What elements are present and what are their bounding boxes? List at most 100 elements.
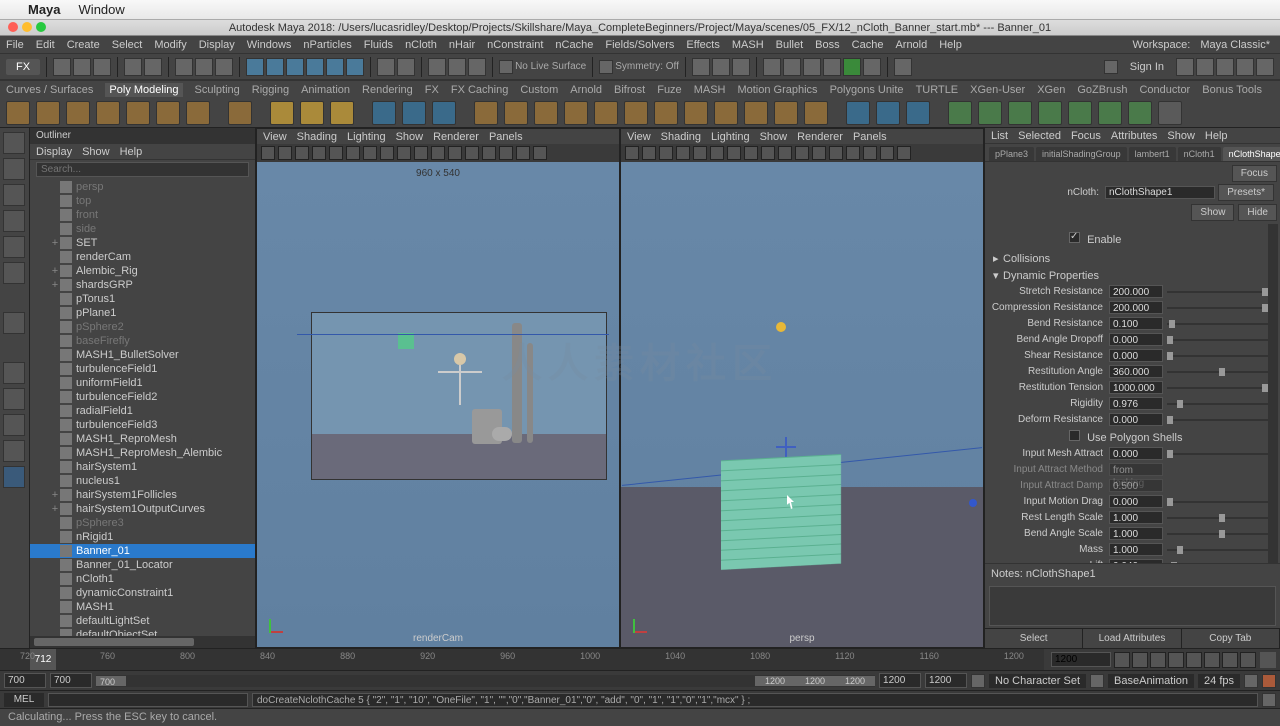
shelf-smooth-icon[interactable]	[432, 101, 456, 125]
attr-value-field[interactable]: 360.000	[1109, 365, 1163, 378]
shelf-tab[interactable]: MASH	[694, 84, 726, 96]
outliner-item[interactable]: persp	[30, 180, 255, 194]
pause-icon[interactable]	[863, 58, 881, 76]
attr-menu-attributes[interactable]: Attributes	[1111, 130, 1157, 142]
shelf-type-icon[interactable]	[300, 101, 324, 125]
vp-tool-icon[interactable]	[295, 146, 309, 160]
attr-value-field[interactable]: 0.976	[1109, 397, 1163, 410]
new-scene-icon[interactable]	[53, 58, 71, 76]
viewport-canvas[interactable]: 960 x 540 renderCam	[257, 162, 619, 647]
outliner-item[interactable]: top	[30, 194, 255, 208]
outliner-item[interactable]: turbulenceField2	[30, 390, 255, 404]
cmd-input[interactable]	[48, 693, 248, 707]
attr-slider[interactable]	[1167, 382, 1270, 394]
shelf-quad-icon[interactable]	[948, 101, 972, 125]
attr-slider[interactable]	[1167, 350, 1270, 362]
last-tool-icon[interactable]	[3, 312, 25, 334]
attr-menu-selected[interactable]: Selected	[1018, 130, 1061, 142]
menu-item[interactable]: Bullet	[776, 39, 804, 51]
outliner-item[interactable]: pPlane1	[30, 306, 255, 320]
vp-tool-icon[interactable]	[829, 146, 843, 160]
shelf-combine-icon[interactable]	[372, 101, 396, 125]
outliner-item[interactable]: turbulenceField1	[30, 362, 255, 376]
outliner-item[interactable]: nucleus1	[30, 474, 255, 488]
go-start-icon[interactable]	[1114, 652, 1130, 668]
anim-start-field[interactable]	[4, 673, 46, 688]
outliner-item[interactable]: +shardsGRP	[30, 278, 255, 292]
hypershade-icon[interactable]	[803, 58, 821, 76]
vp-tool-icon[interactable]	[261, 146, 275, 160]
attr-value-field[interactable]: 200.000	[1109, 301, 1163, 314]
menu-item[interactable]: Modify	[154, 39, 186, 51]
vp-menu-panels[interactable]: Panels	[853, 131, 887, 143]
shelf-crease-icon[interactable]	[1128, 101, 1152, 125]
paint-tool-icon[interactable]	[3, 184, 25, 206]
play-forward-icon[interactable]	[1186, 652, 1202, 668]
shelf-tab[interactable]: GoZBrush	[1077, 84, 1127, 96]
vp-tool-icon[interactable]	[397, 146, 411, 160]
load-attributes-button[interactable]: Load Attributes	[1083, 629, 1181, 648]
shelf-cube-icon[interactable]	[36, 101, 60, 125]
shelf-subdiv4-icon[interactable]	[594, 101, 618, 125]
toolbox-icon[interactable]	[1196, 58, 1214, 76]
history-icon[interactable]	[377, 58, 395, 76]
vp-menu-show[interactable]: Show	[760, 131, 788, 143]
shelf-superellipse-icon[interactable]	[270, 101, 294, 125]
shelf-tab[interactable]: XGen-User	[970, 84, 1025, 96]
shelf-tab[interactable]: TURTLE	[916, 84, 959, 96]
select-tool-icon[interactable]	[3, 132, 25, 154]
charset-dropdown[interactable]: No Character Set	[989, 674, 1086, 688]
vp-tool-icon[interactable]	[727, 146, 741, 160]
attr-tab-active[interactable]: nClothShape1	[1223, 147, 1280, 161]
vp-tool-icon[interactable]	[795, 146, 809, 160]
outliner-item[interactable]: side	[30, 222, 255, 236]
menu-item[interactable]: Cache	[852, 39, 884, 51]
workspace-dropdown[interactable]: Maya Classic*	[1200, 39, 1270, 51]
menu-item[interactable]: Select	[112, 39, 143, 51]
shelf-separate-icon[interactable]	[402, 101, 426, 125]
lasso-icon[interactable]	[195, 58, 213, 76]
channel-box-icon[interactable]	[1256, 58, 1274, 76]
menu-item[interactable]: nCloth	[405, 39, 437, 51]
undo-icon[interactable]	[124, 58, 142, 76]
outliner-item[interactable]: hairSystem1	[30, 460, 255, 474]
outliner-item[interactable]: Banner_01_Locator	[30, 558, 255, 572]
attr-value-field[interactable]: 200.000	[1109, 285, 1163, 298]
shelf-sphere-icon[interactable]	[6, 101, 30, 125]
menu-item[interactable]: nParticles	[303, 39, 351, 51]
outliner-item[interactable]: baseFirefly	[30, 334, 255, 348]
vp-tool-icon[interactable]	[465, 146, 479, 160]
vp-tool-icon[interactable]	[676, 146, 690, 160]
range-handle[interactable]: 700	[96, 676, 126, 686]
outliner-item[interactable]: MASH1_ReproMesh	[30, 432, 255, 446]
shelf-target-icon[interactable]	[744, 101, 768, 125]
shelf-mirror-icon[interactable]	[474, 101, 498, 125]
vp-tool-icon[interactable]	[761, 146, 775, 160]
vp-menu-renderer[interactable]: Renderer	[797, 131, 843, 143]
shelf-plane-icon[interactable]	[156, 101, 180, 125]
outliner-item[interactable]: uniformField1	[30, 376, 255, 390]
render-view-icon[interactable]	[823, 58, 841, 76]
play-back-icon[interactable]	[1168, 652, 1184, 668]
outliner-item[interactable]: nCloth1	[30, 572, 255, 586]
vp-tool-icon[interactable]	[863, 146, 877, 160]
shelf-tab[interactable]: Fuze	[657, 84, 681, 96]
xgen-icon[interactable]	[894, 58, 912, 76]
attr-editor-icon[interactable]	[1236, 58, 1254, 76]
attr-slider[interactable]	[1167, 334, 1270, 346]
outliner-menu-show[interactable]: Show	[82, 146, 110, 158]
outliner-item[interactable]: +hairSystem1OutputCurves	[30, 502, 255, 516]
animlayer-dropdown[interactable]: BaseAnimation	[1108, 674, 1194, 688]
attr-slider[interactable]	[1167, 512, 1270, 524]
step-back-key-icon[interactable]	[1132, 652, 1148, 668]
viewport-rendercam[interactable]: View Shading Lighting Show Renderer Pane…	[256, 128, 620, 648]
vp-tool-icon[interactable]	[499, 146, 513, 160]
shelf-tab[interactable]: Custom	[520, 84, 558, 96]
render-icon[interactable]	[428, 58, 446, 76]
menu-item[interactable]: Boss	[815, 39, 839, 51]
attr-value-field[interactable]: 0.000	[1109, 495, 1163, 508]
shelf-extrude-icon[interactable]	[624, 101, 648, 125]
vp-menu-view[interactable]: View	[627, 131, 651, 143]
save-scene-icon[interactable]	[93, 58, 111, 76]
attr-menu-help[interactable]: Help	[1205, 130, 1228, 142]
